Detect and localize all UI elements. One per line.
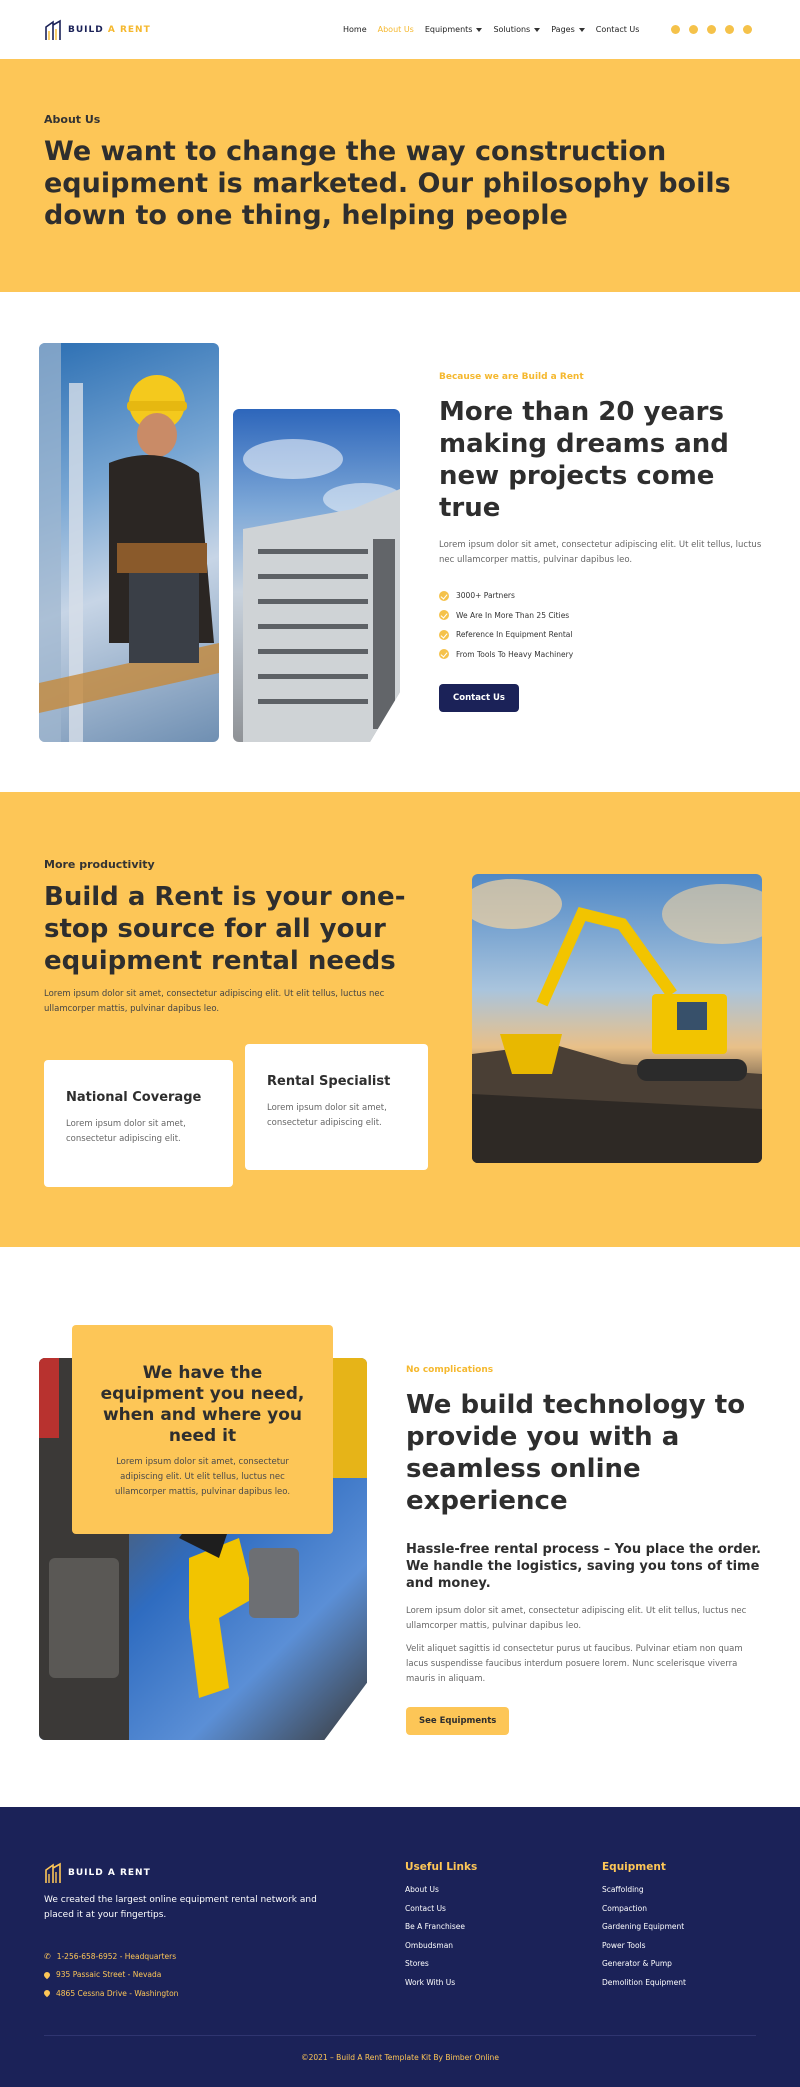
footer-link[interactable]: Compaction [602, 1904, 686, 1923]
footer-link[interactable]: Stores [405, 1959, 477, 1978]
location-pin-icon [42, 1970, 52, 1979]
nav-pages[interactable]: Pages [551, 25, 585, 34]
rental-specialist-card: Rental Specialist Lorem ipsum dolor sit … [245, 1044, 428, 1170]
about-kicker: Because we are Build a Rent [439, 372, 584, 382]
footer-link[interactable]: Scaffolding [602, 1885, 686, 1904]
equipment-callout: We have the equipment you need, when and… [72, 1325, 333, 1534]
hero-section: About Us We want to change the way const… [0, 59, 800, 292]
contact-address[interactable]: 4865 Cessna Drive - Washington [42, 1984, 178, 2003]
about-copy: Because we are Build a Rent More than 20… [439, 372, 769, 712]
about-title: More than 20 years making dreams and new… [439, 397, 729, 523]
productivity-section: More productivity Build a Rent is your o… [0, 792, 800, 1247]
card-body: Lorem ipsum dolor sit amet, consectetur … [267, 1103, 387, 1128]
chevron-down-icon [534, 27, 541, 32]
check-icon [439, 649, 449, 660]
nav-home[interactable]: Home [343, 25, 367, 34]
location-pin-icon [42, 1989, 52, 1998]
contact-phone[interactable]: ✆ 1-256-658-6952 - Headquarters [44, 1947, 178, 1966]
worker-photo [39, 343, 219, 742]
footer-link[interactable]: Generator & Pump [602, 1959, 686, 1978]
social-links [671, 0, 752, 59]
technology-body-2: Velit aliquet sagittis id consectetur pu… [406, 1644, 743, 1684]
page: BUILD A RENT Home About Us Equipments So… [0, 0, 800, 2087]
nav-contact-us[interactable]: Contact Us [596, 25, 640, 34]
worker-illustration [39, 343, 219, 742]
productivity-title: Build a Rent is your one-stop source for… [44, 882, 406, 976]
building-photo [233, 409, 400, 742]
check-icon [439, 590, 449, 601]
useful-links-column: Useful Links About Us Contact Us Be A Fr… [405, 1861, 477, 1996]
feature-item: From Tools To Heavy Machinery [439, 645, 769, 665]
nav-about-us[interactable]: About Us [378, 25, 414, 34]
callout-body: Lorem ipsum dolor sit amet, consectetur … [114, 1457, 291, 1497]
check-icon [439, 629, 449, 640]
footer-logo[interactable]: BUILD A RENT [44, 1862, 151, 1884]
chevron-down-icon [476, 27, 483, 32]
feature-item: We Are In More Than 25 Cities [439, 606, 769, 626]
site-header: BUILD A RENT Home About Us Equipments So… [0, 0, 800, 59]
card-body: Lorem ipsum dolor sit amet, consectetur … [66, 1119, 186, 1144]
useful-links-title: Useful Links [405, 1861, 478, 1873]
footer-link[interactable]: Demolition Equipment [602, 1978, 686, 1997]
footer-description: We created the largest online equipment … [44, 1895, 317, 1920]
excavator-photo [472, 874, 762, 1163]
copyright: ©2021 – Build A Rent Template Kit By Bim… [301, 2053, 499, 2062]
site-footer: BUILD A RENT We created the largest onli… [0, 1807, 800, 2087]
phone-icon: ✆ [44, 1951, 51, 1961]
logo-building-icon [45, 19, 61, 40]
feature-list: 3000+ Partners We Are In More Than 25 Ci… [439, 586, 769, 664]
nav-equipments[interactable]: Equipments [425, 25, 483, 34]
feature-item: 3000+ Partners [439, 586, 769, 606]
nav-solutions[interactable]: Solutions [493, 25, 541, 34]
hero-title: We want to change the way construction e… [44, 136, 731, 231]
youtube-icon[interactable] [725, 25, 734, 34]
technology-title: We build technology to provide you with … [406, 1390, 746, 1516]
about-section: Because we are Build a Rent More than 20… [0, 292, 800, 792]
excavator-illustration [472, 879, 762, 1163]
building-illustration [243, 439, 400, 742]
equipment-title: Equipment [602, 1861, 666, 1873]
feature-item: Reference In Equipment Rental [439, 625, 769, 645]
main-nav: Home About Us Equipments Solutions Pages… [343, 0, 639, 59]
logo-building-icon [45, 1862, 61, 1883]
footer-link[interactable]: Power Tools [602, 1941, 686, 1960]
footer-logo-text: BUILD A RENT [68, 1868, 151, 1878]
facebook-icon[interactable] [689, 25, 698, 34]
dribbble-icon[interactable] [743, 25, 752, 34]
technology-body-1: Lorem ipsum dolor sit amet, consectetur … [406, 1606, 747, 1631]
logo[interactable]: BUILD A RENT [44, 19, 151, 41]
technology-subtitle: Hassle-free rental process – You place t… [406, 1542, 761, 1591]
instagram-icon[interactable] [671, 25, 680, 34]
callout-title: We have the equipment you need, when and… [100, 1363, 305, 1446]
footer-link[interactable]: Gardening Equipment [602, 1922, 686, 1941]
footer-link[interactable]: About Us [405, 1885, 477, 1904]
card-title: Rental Specialist [267, 1074, 391, 1089]
productivity-eyebrow: More productivity [44, 858, 155, 871]
contact-address[interactable]: 935 Passaic Street - Nevada [42, 1966, 178, 1985]
technology-section: We have the equipment you need, when and… [0, 1247, 800, 1807]
footer-contacts: ✆ 1-256-658-6952 - Headquarters 935 Passa… [42, 1947, 178, 2003]
twitter-icon[interactable] [707, 25, 716, 34]
about-body: Lorem ipsum dolor sit amet, consectetur … [439, 540, 762, 565]
contact-us-button[interactable]: Contact Us [439, 684, 519, 712]
chevron-down-icon [578, 27, 585, 32]
check-icon [439, 610, 449, 621]
productivity-body: Lorem ipsum dolor sit amet, consectetur … [44, 989, 385, 1014]
hero-eyebrow: About Us [44, 113, 101, 126]
footer-link[interactable]: Contact Us [405, 1904, 477, 1923]
footer-link[interactable]: Ombudsman [405, 1941, 477, 1960]
technology-copy: No complications We build technology to … [406, 1365, 761, 1735]
footer-link[interactable]: Work With Us [405, 1978, 477, 1997]
footer-divider [44, 2035, 756, 2036]
footer-link[interactable]: Be A Franchisee [405, 1922, 477, 1941]
productivity-copy: More productivity Build a Rent is your o… [44, 858, 434, 1017]
logo-text: BUILD A RENT [68, 24, 151, 35]
card-title: National Coverage [66, 1090, 202, 1105]
see-equipments-button[interactable]: See Equipments [406, 1707, 510, 1735]
technology-kicker: No complications [406, 1365, 494, 1375]
national-coverage-card: National Coverage Lorem ipsum dolor sit … [44, 1060, 233, 1187]
equipment-column: Equipment Scaffolding Compaction Gardeni… [602, 1861, 686, 1996]
